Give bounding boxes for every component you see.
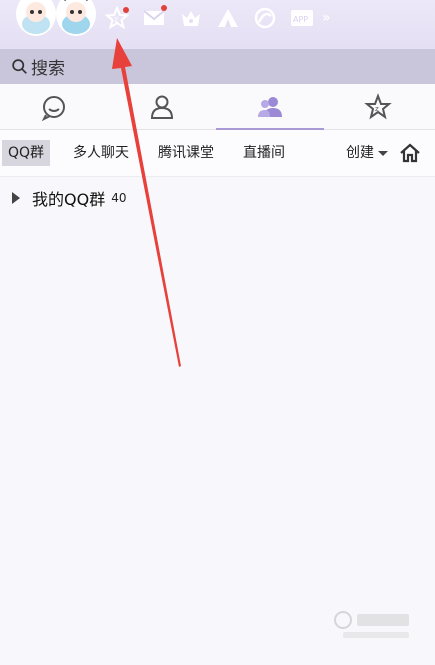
avatar[interactable] (12, 0, 100, 36)
group-subtabs: QQ群 多人聊天 腾讯课堂 直播间 创建 (0, 130, 435, 177)
search-icon (12, 59, 27, 74)
group-folder-count: 40 (111, 191, 127, 205)
mail-icon[interactable] (141, 5, 167, 31)
tab-groups[interactable] (216, 84, 324, 130)
search-bar[interactable]: 搜索 (0, 49, 435, 84)
search-input[interactable]: 搜索 (31, 54, 65, 79)
svg-text:APP: APP (293, 15, 308, 24)
group-folder-name: 我的QQ群 (32, 190, 106, 209)
tab-favorites[interactable]: z (324, 84, 432, 129)
main-tabs: z (0, 84, 435, 130)
create-button[interactable]: 创建 (346, 140, 388, 166)
star-icon: z (364, 92, 392, 119)
app-icon[interactable]: APP (289, 5, 315, 31)
create-label: 创建 (346, 145, 374, 161)
more-icon[interactable]: » (322, 10, 331, 26)
subtab-tencent-class[interactable]: 腾讯课堂 (158, 140, 214, 166)
subtab-live-room[interactable]: 直播间 (243, 140, 285, 166)
tab-contacts[interactable] (108, 84, 216, 129)
chevron-down-icon (378, 150, 388, 156)
home-icon[interactable] (398, 141, 422, 165)
top-bar: z APP » (0, 0, 435, 49)
browser-icon[interactable] (252, 5, 278, 31)
crown-icon[interactable] (178, 5, 204, 31)
watermark-logo (334, 611, 409, 638)
contact-icon (150, 95, 174, 119)
qzone-icon[interactable]: z (104, 5, 130, 31)
svg-text:z: z (114, 15, 118, 24)
svg-text:z: z (375, 105, 379, 113)
camp-icon[interactable] (215, 5, 241, 31)
group-icon (258, 96, 282, 117)
group-list: 我的QQ群 40 (0, 177, 435, 219)
subtab-qq-groups[interactable]: QQ群 (2, 140, 51, 166)
chat-bubble-icon (41, 95, 65, 121)
expand-triangle-icon[interactable] (12, 192, 20, 204)
group-folder-row[interactable]: 我的QQ群 40 (0, 177, 435, 219)
tab-messages[interactable] (0, 84, 108, 129)
subtab-multi-chat[interactable]: 多人聊天 (73, 140, 129, 166)
